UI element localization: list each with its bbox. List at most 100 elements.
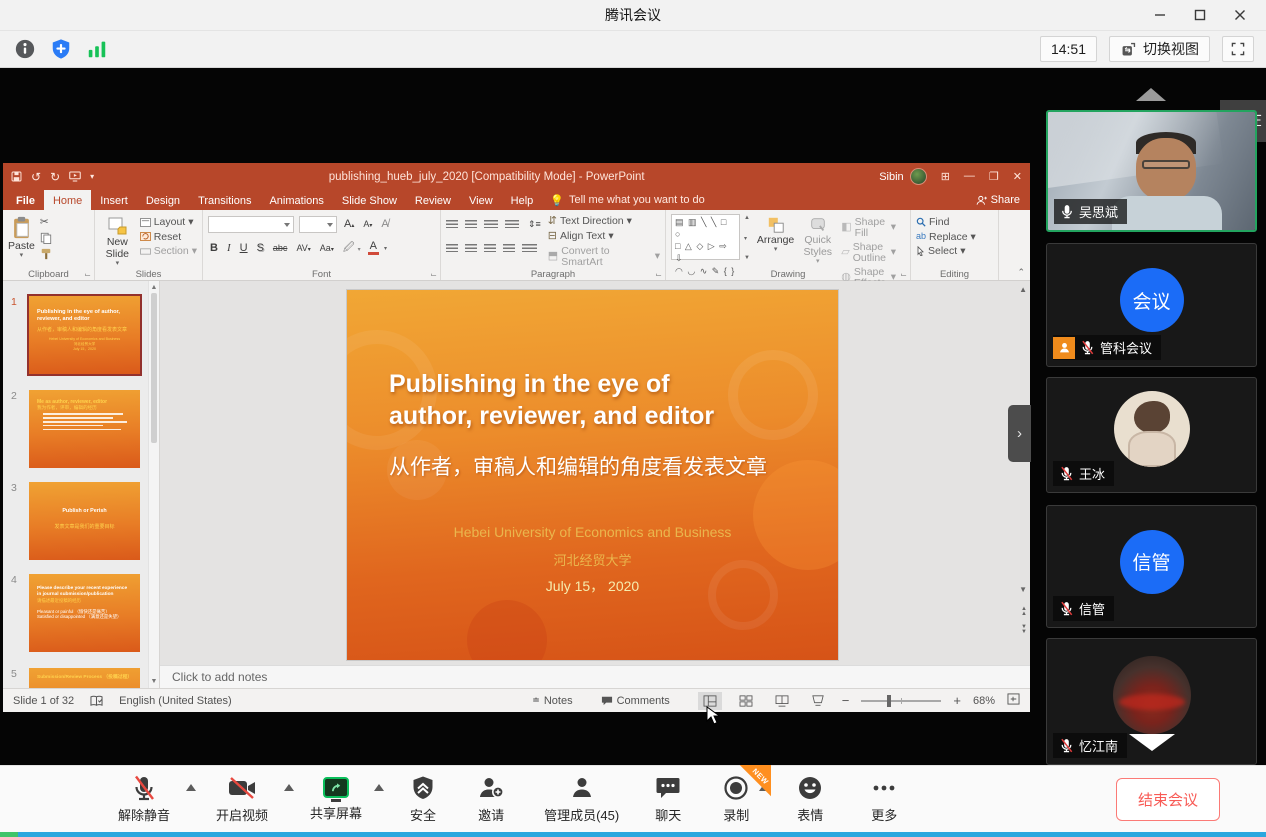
next-slide-button[interactable]: ▼▼ [1021, 625, 1027, 635]
zoom-slider[interactable] [861, 700, 941, 702]
redo-icon[interactable]: ↻ [50, 170, 60, 184]
slide-thumbnail-4[interactable]: Please describe your recent experience i… [29, 574, 140, 652]
zoom-percentage[interactable]: 68% [973, 695, 995, 707]
strikethrough-button[interactable]: abc [271, 243, 290, 253]
undo-icon[interactable]: ↺ [31, 170, 41, 184]
thumbnail-scrollbar[interactable]: ▲ ▼ [148, 281, 159, 688]
drawing-dialog-launcher[interactable]: ⌙ [900, 270, 907, 279]
font-dialog-launcher[interactable]: ⌙ [430, 270, 437, 279]
maximize-icon[interactable] [1180, 0, 1220, 30]
participants-scroll-up-icon[interactable] [1136, 88, 1166, 101]
ppt-close-icon[interactable]: ✕ [1013, 170, 1022, 183]
bold-button[interactable]: B [208, 242, 220, 254]
slide-thumbnail-3[interactable]: Publish or Perish 发表文章是我们的重要目标 [29, 482, 140, 560]
highlight-color-button[interactable]: 🖉 ▾ [341, 239, 363, 258]
zoom-slider-handle[interactable] [887, 695, 891, 707]
character-spacing-button[interactable]: AV▾ [294, 243, 312, 253]
reactions-button[interactable]: 表情 [797, 775, 823, 824]
share-screen-button[interactable]: 共享屏幕 [310, 777, 362, 822]
cut-button[interactable]: ✂ [40, 217, 52, 228]
participant-tile-wangbing[interactable]: 王冰 [1046, 377, 1257, 493]
share-options-caret[interactable] [374, 784, 384, 791]
tell-me-box[interactable]: 💡Tell me what you want to do [542, 190, 712, 210]
line-spacing-button[interactable]: ⇕≡ [526, 219, 543, 230]
tab-transitions[interactable]: Transitions [189, 190, 260, 210]
text-shadow-button[interactable]: S [255, 242, 266, 254]
ppt-user-avatar[interactable] [910, 168, 927, 185]
share-button[interactable]: Share [976, 190, 1020, 210]
new-slide-button[interactable]: New Slide▾ [100, 214, 135, 268]
canvas-scroll-up-icon[interactable]: ▲ [1019, 286, 1027, 294]
reading-view-button[interactable] [770, 692, 794, 710]
network-signal-icon[interactable] [84, 36, 110, 62]
thumb-scroll-handle[interactable] [151, 293, 157, 443]
tab-slideshow[interactable]: Slide Show [333, 190, 406, 210]
slide-thumbnail-1[interactable]: Publishing in the eye of author, reviewe… [29, 296, 140, 374]
tab-insert[interactable]: Insert [91, 190, 137, 210]
previous-slide-button[interactable]: ▲▲ [1021, 607, 1027, 617]
shape-fill-button[interactable]: ◧Shape Fill ▾ [841, 217, 896, 238]
shapes-scrollbar[interactable]: ▲▾▼ [744, 215, 750, 261]
start-video-button[interactable]: 开启视频 [216, 775, 268, 824]
tab-design[interactable]: Design [137, 190, 189, 210]
shrink-font-button[interactable]: A▾ [361, 219, 374, 229]
thumb-scroll-up-icon[interactable]: ▲ [149, 281, 159, 291]
video-options-caret[interactable] [284, 784, 294, 791]
paste-button[interactable]: Paste▾ [8, 214, 35, 260]
grow-font-button[interactable]: A▴ [342, 218, 356, 230]
columns-button[interactable] [522, 244, 537, 253]
chat-button[interactable]: 聊天 [655, 775, 681, 824]
change-case-button[interactable]: Aa▾ [318, 243, 336, 253]
ppt-minimize-icon[interactable]: — [964, 170, 975, 183]
minimize-icon[interactable] [1140, 0, 1180, 30]
arrange-button[interactable]: Arrange▾ [757, 214, 794, 254]
shapes-gallery[interactable]: ▤ ▥ ╲ ╲ □ ○ □ △ ◇ ▷ ⇨ ⇩ ◠ ◡ ∿ ✎ { } ▲▾▼ [671, 214, 740, 260]
security-button[interactable]: 安全 [410, 775, 436, 824]
security-shield-icon[interactable] [48, 36, 74, 62]
record-button[interactable]: NEW 录制 [723, 775, 749, 824]
clipboard-dialog-launcher[interactable]: ⌙ [84, 270, 91, 279]
text-direction-button[interactable]: ⇵Text Direction ▾ [548, 216, 660, 227]
italic-button[interactable]: I [225, 242, 233, 254]
slide-thumbnail-2[interactable]: Me as author, reviewer, editor 我为作者，评审，编… [29, 390, 140, 468]
close-icon[interactable] [1220, 0, 1260, 30]
align-center-button[interactable] [465, 244, 477, 253]
zoom-out-button[interactable]: − [842, 693, 850, 708]
font-size-combo[interactable] [299, 216, 337, 233]
slideshow-view-button[interactable] [806, 692, 830, 710]
end-meeting-button[interactable]: 结束会议 [1116, 778, 1220, 821]
audio-options-caret[interactable] [186, 784, 196, 791]
decrease-indent-button[interactable] [484, 220, 498, 229]
font-color-button[interactable]: A [368, 241, 379, 255]
align-right-button[interactable] [484, 244, 496, 253]
zoom-in-button[interactable]: + [953, 693, 961, 708]
meeting-info-icon[interactable] [12, 36, 38, 62]
paragraph-dialog-launcher[interactable]: ⌙ [655, 270, 662, 279]
unmute-button[interactable]: 解除静音 [118, 775, 170, 824]
reset-button[interactable]: Reset [140, 232, 197, 243]
tab-file[interactable]: File [7, 190, 44, 210]
participants-scroll-down-icon[interactable] [1129, 734, 1175, 751]
participant-tile-guanke[interactable]: 会议 管科会议 [1046, 243, 1257, 367]
ppt-restore-icon[interactable]: ❐ [989, 170, 999, 183]
quick-styles-button[interactable]: Quick Styles▾ [799, 214, 836, 266]
ribbon-display-options-icon[interactable]: ⊞ [941, 170, 950, 183]
fullscreen-button[interactable] [1222, 36, 1254, 62]
tab-help[interactable]: Help [502, 190, 543, 210]
shape-outline-button[interactable]: ▱Shape Outline ▾ [841, 242, 896, 263]
increase-indent-button[interactable] [505, 220, 519, 229]
thumb-scroll-down-icon[interactable]: ▼ [149, 678, 159, 685]
section-button[interactable]: Section ▾ [140, 246, 197, 257]
invite-button[interactable]: 邀请 [478, 775, 504, 824]
layout-button[interactable]: Layout ▾ [140, 217, 197, 228]
canvas-scroll-down-icon[interactable]: ▼ [1019, 586, 1027, 594]
justify-button[interactable] [503, 244, 515, 253]
participant-tile-xinguan[interactable]: 信管 信管 [1046, 505, 1257, 628]
font-name-combo[interactable] [208, 216, 294, 233]
more-button[interactable]: 更多 [871, 775, 897, 824]
fit-slide-button[interactable] [1007, 693, 1020, 708]
convert-smartart-button[interactable]: ⬒Convert to SmartArt ▾ [548, 246, 660, 267]
start-slideshow-icon[interactable] [69, 171, 81, 182]
slide-thumbnail-5[interactable]: Submission/Review Process （投稿过程） [29, 668, 140, 688]
spellcheck-icon[interactable] [90, 695, 103, 707]
